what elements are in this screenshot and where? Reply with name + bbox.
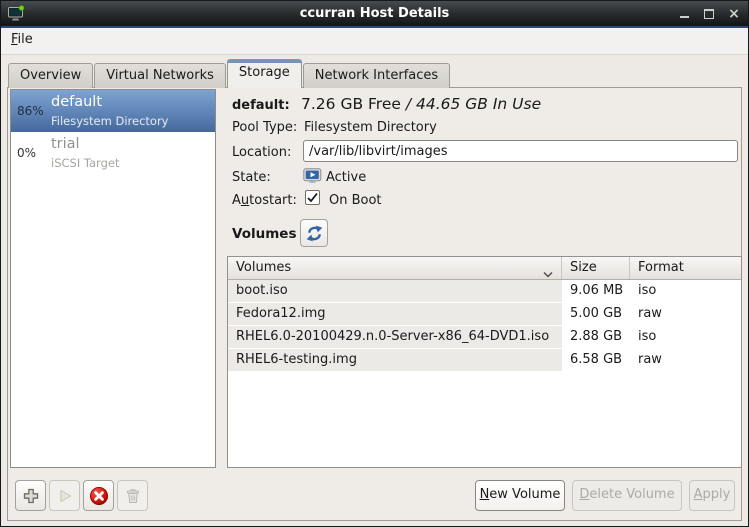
volume-row[interactable]: boot.iso 9.06 MB iso	[228, 280, 741, 303]
sort-descending-icon	[543, 264, 553, 285]
autostart-checkbox[interactable]	[305, 190, 320, 205]
volume-name: RHEL6.0-20100429.n.0-Server-x86_64-DVD1.…	[228, 326, 562, 349]
host-details-window: ccurran Host Details × File Overview Vir…	[0, 0, 749, 527]
pool-space-in-use: / 44.65 GB In Use	[405, 95, 542, 113]
pool-name: trial	[51, 136, 80, 152]
autostart-label: Autostart:	[232, 193, 297, 208]
tab-virtual-networks[interactable]: Virtual Networks	[94, 63, 226, 88]
volume-size: 2.88 GB	[570, 329, 623, 344]
new-volume-button[interactable]: New Volume	[475, 480, 565, 511]
plus-icon	[23, 488, 38, 503]
volume-format: raw	[638, 352, 662, 367]
trash-icon	[126, 488, 139, 503]
delete-pool-button[interactable]	[117, 480, 148, 511]
pool-type-subtitle: iSCSI Target	[51, 156, 120, 170]
volumes-table: Volumes Size Format boot.iso 9.06 MB iso…	[227, 256, 742, 468]
stop-icon	[89, 486, 108, 505]
pool-usage-percent: 86%	[17, 104, 44, 118]
volume-row[interactable]: RHEL6.0-20100429.n.0-Server-x86_64-DVD1.…	[228, 326, 741, 349]
autostart-value: On Boot	[329, 193, 382, 208]
refresh-volumes-button[interactable]	[300, 219, 328, 247]
pool-row-trial[interactable]: 0% trial iSCSI Target	[11, 132, 215, 174]
pool-free-space: 7.26 GB Free	[301, 95, 401, 113]
volume-size: 9.06 MB	[570, 283, 624, 298]
volume-format: iso	[638, 329, 657, 344]
tab-overview[interactable]: Overview	[8, 63, 94, 88]
column-header-format[interactable]: Format	[630, 257, 741, 279]
state-active-icon	[303, 168, 322, 188]
volume-format: iso	[638, 283, 657, 298]
volume-name: boot.iso	[228, 280, 562, 303]
refresh-icon	[306, 225, 322, 241]
volumes-table-header: Volumes Size Format	[228, 257, 741, 280]
tab-bar: Overview Virtual Networks Storage Networ…	[8, 59, 451, 88]
volume-size: 6.58 GB	[570, 352, 623, 367]
volume-row[interactable]: Fedora12.img 5.00 GB raw	[228, 303, 741, 326]
location-input[interactable]	[303, 140, 738, 162]
pool-capacity-summary: 7.26 GB Free / 44.65 GB In Use	[301, 95, 541, 113]
check-icon	[307, 192, 318, 203]
column-header-size[interactable]: Size	[562, 257, 630, 279]
state-label: State:	[232, 170, 271, 185]
play-icon	[60, 489, 71, 502]
pool-row-default[interactable]: 86% default Filesystem Directory	[11, 90, 215, 132]
volume-name: Fedora12.img	[228, 303, 562, 326]
volume-format: raw	[638, 306, 662, 321]
pool-type-subtitle: Filesystem Directory	[51, 114, 169, 128]
state-value: Active	[326, 170, 367, 185]
volume-row[interactable]: RHEL6-testing.img 6.58 GB raw	[228, 349, 741, 372]
pool-detail-name: default:	[232, 98, 290, 113]
pool-type-label: Pool Type:	[232, 120, 298, 135]
storage-pool-list: 86% default Filesystem Directory 0% tria…	[10, 89, 216, 468]
volumes-heading: Volumes	[232, 226, 297, 242]
location-label: Location:	[232, 145, 292, 160]
tab-network-interfaces[interactable]: Network Interfaces	[302, 63, 451, 88]
tab-storage[interactable]: Storage	[226, 59, 302, 88]
volume-size: 5.00 GB	[570, 306, 623, 321]
stop-pool-button[interactable]	[83, 480, 114, 511]
volume-name: RHEL6-testing.img	[228, 349, 562, 372]
add-pool-button[interactable]	[15, 480, 46, 511]
delete-volume-button[interactable]: Delete Volume	[572, 480, 682, 511]
column-header-volumes[interactable]: Volumes	[228, 257, 562, 279]
pool-name: default	[51, 94, 103, 110]
pool-type-value: Filesystem Directory	[304, 120, 437, 135]
apply-button[interactable]: Apply	[689, 480, 735, 511]
start-pool-button[interactable]	[49, 480, 80, 511]
pool-usage-percent: 0%	[17, 146, 37, 160]
